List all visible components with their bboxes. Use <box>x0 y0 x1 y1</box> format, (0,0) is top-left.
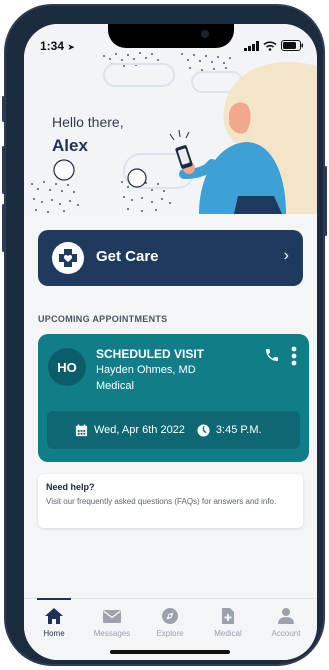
get-care-label: Get Care <box>96 248 159 265</box>
help-description: Visit our frequently asked questions (FA… <box>46 497 277 506</box>
tab-account[interactable]: Account <box>257 607 315 638</box>
calendar-icon <box>75 423 88 436</box>
volume-up-button <box>2 146 5 194</box>
doctor-specialty: Medical <box>96 380 134 392</box>
mute-switch <box>2 96 5 122</box>
tab-messages-label: Messages <box>93 629 131 638</box>
status-icons <box>244 40 303 51</box>
tab-medical-label: Medical <box>214 629 242 638</box>
medical-cross-icon <box>52 242 84 274</box>
mail-icon <box>103 610 121 623</box>
phone-frame: Hello there, Alex 1:34 ➤ Get Care › UPCO… <box>2 4 327 666</box>
more-options-icon[interactable] <box>291 346 297 366</box>
tab-home-label: Home <box>43 629 65 638</box>
power-button <box>324 166 327 236</box>
upcoming-appointments-heading: UPCOMING APPOINTMENTS <box>38 314 168 324</box>
notch <box>108 24 234 48</box>
location-arrow-icon: ➤ <box>67 42 75 52</box>
home-icon <box>45 608 63 624</box>
doctor-name: Hayden Ohmes, MD <box>96 364 196 376</box>
get-care-button[interactable]: Get Care › <box>38 230 303 286</box>
help-title: Need help? <box>46 482 95 492</box>
cellular-signal-icon <box>244 40 259 51</box>
tab-explore-label: Explore <box>156 629 184 638</box>
volume-down-button <box>2 204 5 252</box>
tab-explore[interactable]: Explore <box>141 607 199 638</box>
appointment-title: SCHEDULED VISIT <box>96 347 205 361</box>
tab-medical[interactable]: Medical <box>199 607 257 638</box>
status-time: 1:34 ➤ <box>40 39 75 53</box>
clock-icon <box>197 423 210 437</box>
tab-account-label: Account <box>271 629 301 638</box>
battery-icon <box>281 40 303 51</box>
appointment-card[interactable]: HO SCHEDULED VISIT Hayden Ohmes, MD Medi… <box>38 334 309 462</box>
doctor-avatar: HO <box>48 348 86 386</box>
person-icon <box>278 608 294 624</box>
appointment-time: 3:45 P.M. <box>215 424 262 436</box>
appointment-date: Wed, Apr 6th 2022 <box>94 424 185 436</box>
home-indicator[interactable] <box>110 650 230 654</box>
compass-icon <box>162 608 178 624</box>
appointment-datetime: Wed, Apr 6th 2022 3:45 P.M. <box>47 411 300 449</box>
chevron-right-icon: › <box>283 247 289 264</box>
screen: Hello there, Alex 1:34 ➤ Get Care › UPCO… <box>24 24 317 660</box>
phone-call-icon[interactable] <box>264 347 280 363</box>
tab-bar: Home Messages Explore Medical Account <box>24 598 317 660</box>
status-time-text: 1:34 <box>40 39 65 53</box>
camera-icon <box>201 30 209 38</box>
greeting-text: Hello there, <box>52 114 124 130</box>
help-card[interactable]: Need help? Visit our frequently asked qu… <box>38 474 303 528</box>
tab-home[interactable]: Home <box>25 598 83 638</box>
tab-messages[interactable]: Messages <box>83 607 141 638</box>
user-name: Alex <box>52 136 88 155</box>
medical-file-icon <box>222 608 234 624</box>
wifi-icon <box>263 40 277 51</box>
